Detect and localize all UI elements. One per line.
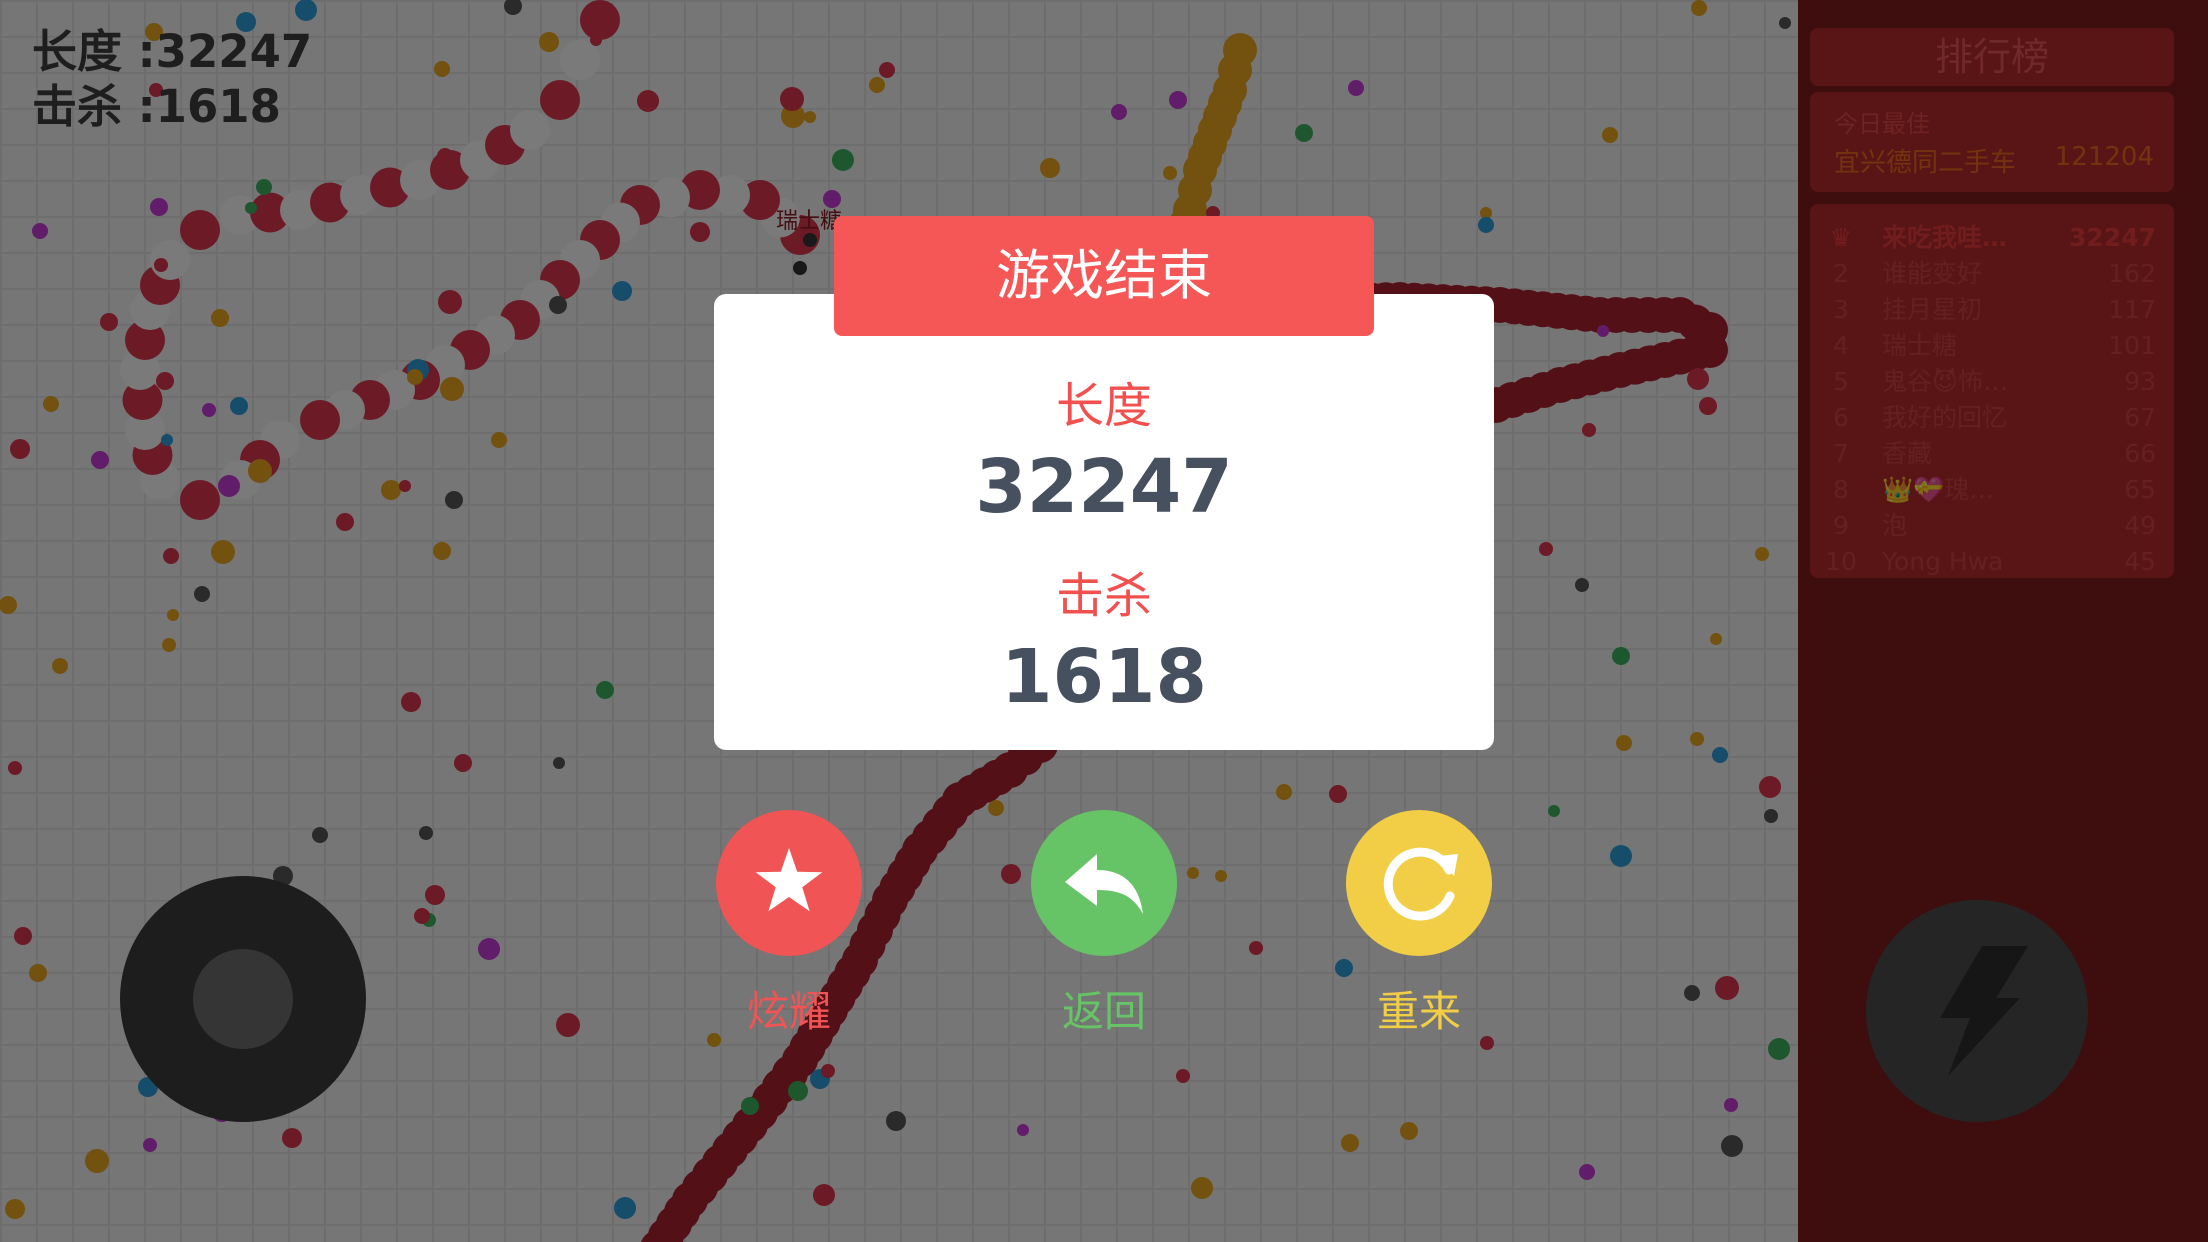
retry-button[interactable]	[1346, 810, 1492, 956]
length-label: 长度	[1055, 378, 1152, 434]
show-off-label: 炫耀	[746, 987, 831, 1036]
game-over-title: 游戏结束	[834, 216, 1374, 336]
length-value: 32247	[975, 444, 1233, 530]
reply-arrow-icon	[1065, 854, 1143, 914]
back-button[interactable]	[1031, 810, 1177, 956]
star-icon	[755, 848, 823, 912]
retry-label: 重来	[1376, 987, 1461, 1036]
refresh-icon	[1383, 847, 1458, 921]
kills-value: 1618	[1001, 634, 1207, 720]
kills-label: 击杀	[1055, 568, 1152, 624]
show-off-button[interactable]	[716, 810, 862, 956]
back-label: 返回	[1061, 987, 1146, 1036]
game-over-card: 长度 32247 击杀 1618	[714, 294, 1494, 750]
